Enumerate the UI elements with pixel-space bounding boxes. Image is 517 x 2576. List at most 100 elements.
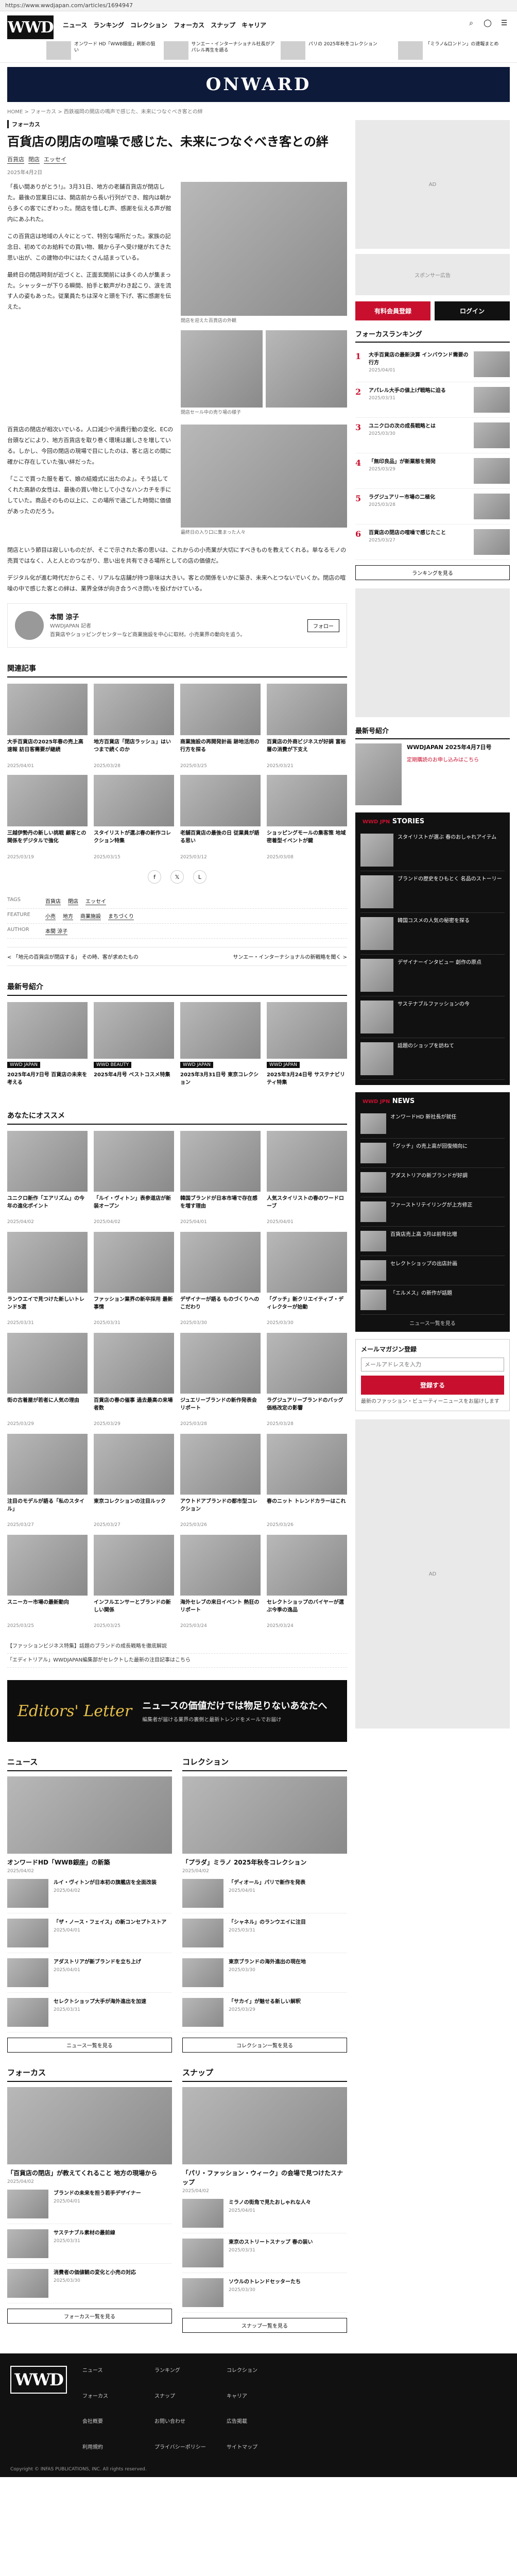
ranking-thumb[interactable] (474, 529, 510, 555)
related-thumb[interactable] (94, 775, 174, 827)
collection-list-item[interactable]: 「サカイ」が魅せる新しい解釈 2025/03/29 (182, 1993, 347, 2033)
footer-link[interactable]: 広告掲載 (227, 2417, 294, 2439)
focus-item-thumb[interactable] (7, 2190, 48, 2219)
related-thumb[interactable] (267, 684, 347, 736)
prev-article-link[interactable]: < 「地元の百貨店が閉店する」 その時、客が求めたもの (7, 953, 164, 960)
related-card[interactable]: 地方百貨店「閉店ラッシュ」はいつまで続くのか 2025/03/28 (94, 684, 174, 769)
recommend-card[interactable]: 春のニット トレンドカラーはこれ 2025/03/26 (267, 1434, 347, 1528)
side-news-thumb[interactable] (360, 1231, 386, 1251)
collection-lead[interactable]: 「プラダ」ミラノ 2025年秋冬コレクション 2025/04/02 (182, 1776, 347, 1874)
recommend-card[interactable]: 注目のモデルが語る「私のスタイル」 2025/03/27 (7, 1434, 88, 1528)
recommend-thumb[interactable] (180, 1535, 261, 1596)
editorial-link[interactable]: 「エディトリアル」WWDJAPAN編集部がセレクトした最新の注目記事はこちら (7, 1654, 347, 1668)
recommend-thumb[interactable] (267, 1333, 347, 1394)
sidebar-magazine[interactable]: WWDJAPAN 2025年4月7日号 定期購読のお申し込みはこちら (355, 743, 510, 805)
collection-list-item[interactable]: 「シャネル」のランウエイに注目 2025/03/31 (182, 1913, 347, 1954)
snap-list-item[interactable]: ソウルのトレンドセッターたち 2025/03/30 (182, 2273, 347, 2313)
ranking-thumb[interactable] (474, 351, 510, 377)
magazine-subscribe-link[interactable]: 定期購読のお申し込みはこちら (407, 755, 492, 763)
ranking-more-button[interactable]: ランキングを見る (355, 565, 510, 580)
side-news-item[interactable]: ファーストリテイリングが上方修正 (360, 1197, 505, 1227)
recommend-card[interactable]: 海外セレブの来日イベント 熱狂のリポート 2025/03/24 (180, 1535, 261, 1629)
collection-list-item[interactable]: 「ディオール」パリで新作を発表 2025/04/01 (182, 1874, 347, 1914)
related-thumb[interactable] (267, 775, 347, 827)
site-logo[interactable]: WWD (7, 15, 54, 39)
search-icon[interactable]: ⌕ (467, 19, 476, 28)
recommend-card[interactable]: ジュエリーブランドの新作発表会リポート 2025/03/28 (180, 1333, 261, 1427)
tag-link[interactable]: エッセイ (85, 897, 106, 906)
recommend-thumb[interactable] (94, 1131, 174, 1192)
login-button[interactable]: ログイン (435, 301, 510, 320)
side-news-item[interactable]: 百貨店売上高 3月は前年比増 (360, 1227, 505, 1256)
side-news-item[interactable]: アダストリアの新ブランドが好調 (360, 1168, 505, 1197)
snap-item-thumb[interactable] (182, 2199, 223, 2228)
ad-banner-onward[interactable]: ONWARD (7, 67, 510, 102)
collection-item-thumb[interactable] (182, 1998, 223, 2027)
magazine-cover[interactable] (355, 743, 402, 805)
facebook-icon[interactable]: f (148, 870, 161, 884)
magazine-thumb[interactable] (7, 1002, 88, 1059)
side-news-more[interactable]: ニュース一覧を見る (360, 1319, 505, 1327)
ranking-thumb[interactable] (474, 494, 510, 519)
side-news-thumb[interactable] (360, 1201, 386, 1222)
ticker-item[interactable]: サンエー・インターナショナル社長がアパレル再生を語る (163, 41, 276, 60)
recommend-card[interactable]: 「グッチ」新クリエイティブ・ディレクターが始動 2025/03/30 (267, 1232, 347, 1326)
tag-link[interactable]: 閉店 (28, 155, 40, 164)
nav-collection[interactable]: コレクション (130, 21, 167, 29)
recommend-card[interactable]: ランウエイで見つけた新しいトレンド5選 2025/03/31 (7, 1232, 88, 1326)
ranking-thumb[interactable] (474, 387, 510, 413)
user-icon[interactable]: ◯ (483, 19, 492, 28)
magazine-card[interactable]: WWD JAPAN 2025年4月7日号 百貨店の未来を考える (7, 1002, 88, 1095)
editors-letter-promo[interactable]: Editors' Letter ニュースの価値だけでは物足りないあなたへ 編集者… (7, 1680, 347, 1742)
footer-link[interactable]: キャリア (227, 2392, 294, 2414)
ticker-item[interactable]: 「ミラノ&ロンドン」の速報まとめ (398, 41, 510, 60)
footer-link[interactable]: ランキング (154, 2366, 221, 2388)
recommend-card[interactable]: デザイナーが語る ものづくりへのこだわり 2025/03/30 (180, 1232, 261, 1326)
side-news-thumb[interactable] (360, 1113, 386, 1134)
newsletter-email-input[interactable] (361, 1358, 504, 1371)
ranking-thumb[interactable] (474, 458, 510, 484)
footer-link[interactable]: フォーカス (82, 2392, 149, 2414)
ranking-item[interactable]: 3 ユニクロの次の成長戦略とは 2025/03/30 (355, 418, 510, 453)
focus-item-thumb[interactable] (7, 2229, 48, 2259)
side-news-item[interactable]: 「エルメス」の新作が話題 (360, 1285, 505, 1315)
related-card[interactable]: 老舗百貨店の最後の日 従業員が語る思い 2025/03/12 (180, 775, 261, 860)
ranking-item[interactable]: 6 百貨店の閉店の喧噪で感じたこと 2025/03/27 (355, 524, 510, 560)
magazine-card[interactable]: WWD JAPAN 2025年3月31日号 東京コレクション (180, 1002, 261, 1095)
recommend-card[interactable]: 人気スタイリストの春のワードローブ 2025/04/01 (267, 1131, 347, 1225)
magazine-card[interactable]: WWD BEAUTY 2025年4月号 ベストコスメ特集 (94, 1002, 174, 1095)
focus-lead[interactable]: 「百貨店の閉店」が教えてくれること 地方の現場から 2025/04/02 (7, 2087, 172, 2184)
recommend-thumb[interactable] (94, 1434, 174, 1495)
news-list-item[interactable]: アダストリアが新ブランドを立ち上げ 2025/04/01 (7, 1953, 172, 1993)
news-item-thumb[interactable] (7, 1998, 48, 2027)
recommend-card[interactable]: 韓国ブランドが日本市場で存在感を増す理由 2025/04/01 (180, 1131, 261, 1225)
recommend-thumb[interactable] (180, 1333, 261, 1394)
recommend-thumb[interactable] (94, 1232, 174, 1293)
magazine-card[interactable]: WWD JAPAN 2025年3月24日号 サステナビリティ特集 (267, 1002, 347, 1095)
focus-list-item[interactable]: ブランドの未来を担う若手デザイナー 2025/04/01 (7, 2184, 172, 2225)
collection-item-thumb[interactable] (182, 1879, 223, 1908)
recommend-card[interactable]: セレクトショップのバイヤーが選ぶ今季の逸品 2025/03/24 (267, 1535, 347, 1629)
related-thumb[interactable] (7, 684, 88, 736)
story-item[interactable]: スタイリストが選ぶ 春のおしゃれアイテム (360, 829, 505, 871)
story-thumb[interactable] (360, 917, 393, 950)
tag-link[interactable]: 閉店 (68, 897, 78, 906)
recommend-thumb[interactable] (267, 1131, 347, 1192)
address-bar[interactable]: https://www.wwdjapan.com/articles/169494… (0, 0, 517, 11)
recommend-card[interactable]: スニーカー市場の最新動向 2025/03/25 (7, 1535, 88, 1629)
recommend-card[interactable]: 百貨店の春の催事 過去最高の来場者数 2025/03/29 (94, 1333, 174, 1427)
recommend-thumb[interactable] (94, 1535, 174, 1596)
recommend-thumb[interactable] (267, 1434, 347, 1495)
nav-news[interactable]: ニュース (63, 21, 87, 29)
collection-item-thumb[interactable] (182, 1919, 223, 1948)
news-item-thumb[interactable] (7, 1879, 48, 1908)
footer-link[interactable]: 利用規約 (82, 2443, 149, 2465)
line-icon[interactable]: L (193, 870, 206, 884)
related-card[interactable]: スタイリストが選ぶ春の新作コレクション特集 2025/03/15 (94, 775, 174, 860)
footer-link[interactable]: ニュース (82, 2366, 149, 2388)
recommend-thumb[interactable] (180, 1434, 261, 1495)
ranking-item[interactable]: 1 大手百貨店の最新決算 インバウンド需要の行方 2025/04/01 (355, 347, 510, 382)
tag-link[interactable]: 百貨店 (7, 155, 24, 164)
footer-link[interactable]: コレクション (227, 2366, 294, 2388)
editorial-link[interactable]: 【ファッションビジネス特集】話題のブランドの成長戦略を徹底解説 (7, 1640, 347, 1654)
